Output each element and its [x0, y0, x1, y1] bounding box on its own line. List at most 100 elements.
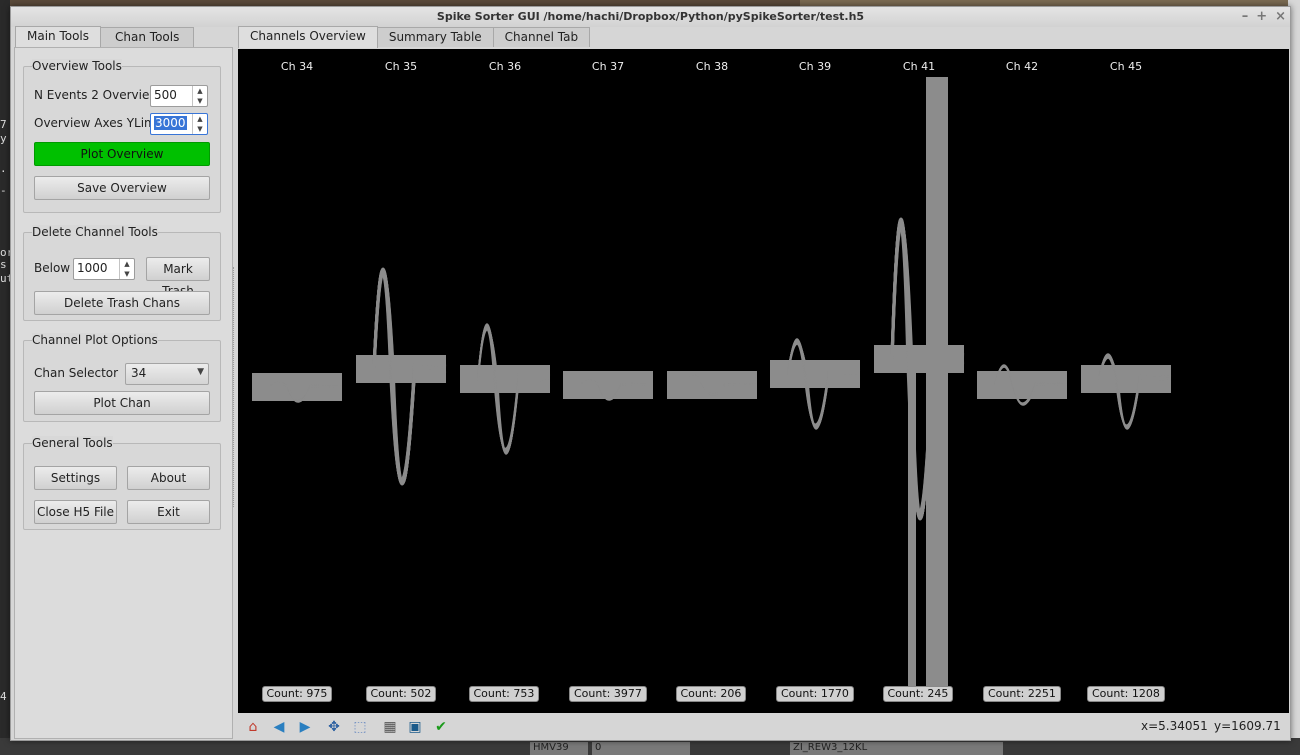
desktop-char: -: [0, 184, 7, 197]
pan-icon[interactable]: ✥: [325, 718, 343, 736]
desktop-char: 7: [0, 118, 7, 131]
back-icon[interactable]: ◀: [270, 718, 288, 736]
channel-waveforms: [1081, 353, 1172, 430]
channel-label: Ch 35: [384, 60, 418, 73]
window-titlebar: Spike Sorter GUI /home/hachi/Dropbox/Pyt…: [11, 7, 1290, 27]
plot-overview-button[interactable]: Plot Overview: [34, 142, 210, 166]
window-title: Spike Sorter GUI /home/hachi/Dropbox/Pyt…: [436, 10, 865, 23]
channel-label: Ch 45: [1109, 60, 1143, 73]
settings-button[interactable]: Settings: [34, 466, 117, 490]
desktop-field: 0: [592, 742, 690, 755]
y-coordinate: y=1609.71: [1214, 719, 1281, 733]
subplots-icon[interactable]: ▦: [381, 718, 399, 736]
channel-label: Ch 36: [488, 60, 522, 73]
general-tools-group: General Tools Settings About Close H5 Fi…: [23, 436, 221, 530]
ylim-value: 3000: [154, 116, 187, 130]
tab-channels-overview[interactable]: Channels Overview: [238, 26, 378, 48]
about-button[interactable]: About: [127, 466, 210, 490]
channel-label: Ch 39: [798, 60, 832, 73]
mark-trash-button[interactable]: Mark Trash: [146, 257, 210, 298]
n-events-spinbox[interactable]: 500 ▲ ▼: [150, 85, 208, 107]
minimize-button[interactable]: –: [1242, 7, 1249, 27]
below-spinbox[interactable]: 1000 ▲ ▼: [73, 258, 135, 280]
ylim-spinbox[interactable]: 3000 ▲ ▼: [150, 113, 208, 135]
main-window: Spike Sorter GUI /home/hachi/Dropbox/Pyt…: [10, 6, 1291, 741]
home-icon[interactable]: ⌂: [244, 718, 262, 736]
channel-waveforms: [460, 323, 551, 455]
n-events-value: 500: [154, 88, 177, 102]
channel-count-badge: Count: 3977: [569, 686, 647, 702]
channels-overview-plot[interactable]: Ch 34 Count: 975 Ch 35 Count: 502 Ch 36 Count…: [238, 49, 1289, 713]
tab-summary-table[interactable]: Summary Table: [376, 27, 494, 47]
saturated-waveform-column: [908, 349, 916, 687]
delete-tools-title: Delete Channel Tools: [32, 225, 158, 239]
channel-count-badge: Count: 1208: [1087, 686, 1165, 702]
waveforms-svg: [252, 77, 1172, 687]
save-icon[interactable]: ▣: [406, 718, 424, 736]
desktop-char: s: [0, 258, 7, 271]
channel-plot-options-group: Channel Plot Options Chan Selector 34 ▼ …: [23, 333, 221, 422]
n-events-label: N Events 2 Overview: [34, 88, 160, 102]
chevron-down-icon: ▼: [197, 367, 204, 377]
desktop-char: y: [0, 132, 7, 145]
channel-waveforms: [252, 373, 343, 403]
channel-label: Ch 41: [902, 60, 936, 73]
plot-toolbar: ⌂ ◀ ▶ ✥ ⬚ ▦ ▣ ✔ x=5.34051 y=1609.71: [238, 715, 1289, 739]
channel-waveforms: [563, 371, 654, 401]
desktop-left-strip: 7 y . - or s ut 4: [0, 0, 13, 755]
channel-label: Ch 42: [1005, 60, 1039, 73]
desktop-field: HMV39: [530, 742, 588, 755]
channel-label: Ch 37: [591, 60, 625, 73]
channel-count-badge: Count: 245: [882, 686, 954, 702]
ylim-label: Overview Axes YLim: [34, 116, 156, 130]
chan-selector-value: 34: [131, 366, 147, 380]
below-value: 1000: [77, 261, 108, 275]
channel-waveforms: [977, 364, 1068, 406]
forward-icon[interactable]: ▶: [296, 718, 314, 736]
delete-channel-tools-group: Delete Channel Tools Below 1000 ▲ ▼ Mark …: [23, 225, 221, 321]
channel-label: Ch 34: [280, 60, 314, 73]
exit-button[interactable]: Exit: [127, 500, 210, 524]
desktop-field: ZI_REW3_12KL: [790, 742, 1003, 755]
channel-count-badge: Count: 753: [468, 686, 540, 702]
chan-selector-dropdown[interactable]: 34 ▼: [125, 363, 209, 385]
channel-waveforms: [770, 338, 861, 430]
delete-trash-chans-button[interactable]: Delete Trash Chans: [34, 291, 210, 315]
general-tools-title: General Tools: [32, 436, 113, 450]
splitter-handle[interactable]: [233, 267, 237, 507]
channel-count-badge: Count: 2251: [983, 686, 1061, 702]
left-tabbar: Main Tools Chan Tools: [15, 26, 195, 48]
channel-count-badge: Count: 1770: [776, 686, 854, 702]
save-overview-button[interactable]: Save Overview: [34, 176, 210, 200]
below-label: Below: [34, 261, 71, 275]
saturated-waveform-column: [926, 77, 948, 687]
tab-chan-tools[interactable]: Chan Tools: [100, 27, 195, 47]
check-icon[interactable]: ✔: [432, 718, 450, 736]
overview-tools-group: Overview Tools N Events 2 Overview 500 ▲…: [23, 59, 221, 213]
tab-channel-tab[interactable]: Channel Tab: [492, 27, 591, 47]
spin-arrows-icon[interactable]: ▲ ▼: [192, 86, 207, 106]
desktop-char: 4: [0, 690, 7, 703]
channel-plot-options-title: Channel Plot Options: [32, 333, 158, 347]
channel-waveforms: [356, 267, 447, 486]
channel-count-badge: Count: 206: [675, 686, 747, 702]
right-tabbar: Channels Overview Summary Table Channel …: [238, 26, 591, 48]
channel-count-badge: Count: 502: [365, 686, 437, 702]
desktop-char: .: [0, 162, 7, 175]
channel-waveforms: [874, 217, 965, 521]
main-tools-panel: Overview Tools N Events 2 Overview 500 ▲…: [14, 47, 233, 739]
channel-label: Ch 38: [695, 60, 729, 73]
x-coordinate: x=5.34051: [1141, 719, 1208, 733]
close-h5-file-button[interactable]: Close H5 File: [34, 500, 117, 524]
plot-chan-button[interactable]: Plot Chan: [34, 391, 210, 415]
zoom-icon[interactable]: ⬚: [351, 718, 369, 736]
overview-tools-title: Overview Tools: [32, 59, 122, 73]
spin-arrows-icon[interactable]: ▲ ▼: [119, 259, 134, 279]
spin-arrows-icon[interactable]: ▲ ▼: [192, 114, 207, 134]
channel-waveforms: [667, 371, 758, 399]
tab-main-tools[interactable]: Main Tools: [15, 26, 102, 48]
chan-selector-label: Chan Selector: [34, 366, 119, 380]
maximize-button[interactable]: +: [1256, 7, 1267, 27]
channel-count-badge: Count: 975: [261, 686, 333, 702]
close-window-button[interactable]: ×: [1275, 7, 1286, 27]
